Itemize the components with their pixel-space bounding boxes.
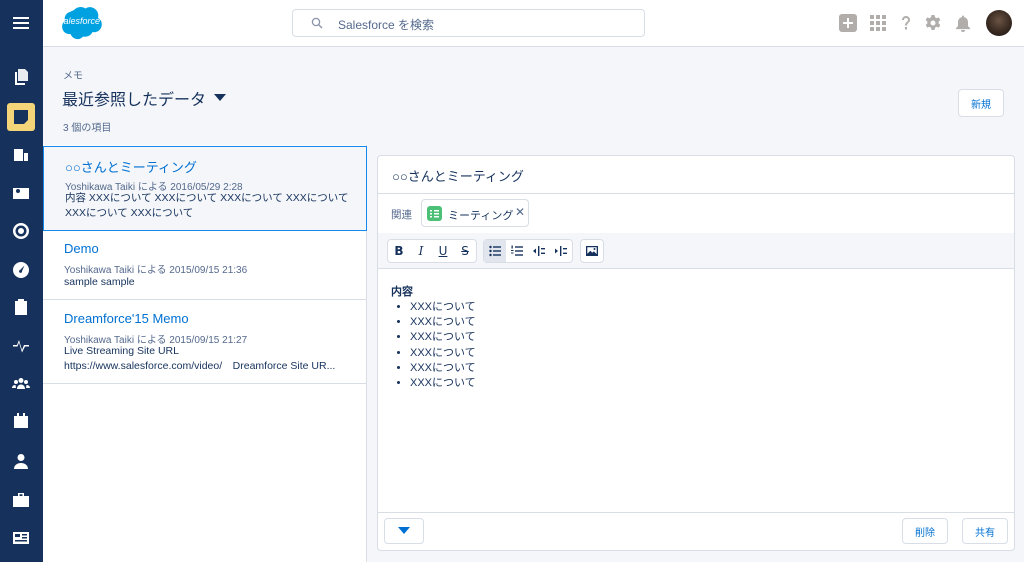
- note-body-line: sample sample: [64, 276, 135, 288]
- dashboard-icon[interactable]: [7, 255, 35, 283]
- list-item[interactable]: Dreamforce'15 Memo Yoshikawa Taiki による 2…: [43, 300, 367, 384]
- notes-icon[interactable]: [7, 103, 35, 131]
- bullet-item: XXXについて: [410, 346, 476, 361]
- app-launcher-icon[interactable]: [868, 13, 888, 33]
- bullet-item: XXXについて: [410, 300, 476, 315]
- global-search[interactable]: Salesforce を検索: [292, 9, 645, 37]
- news-icon[interactable]: [7, 524, 35, 552]
- groups-icon[interactable]: [7, 369, 35, 397]
- note-title-input[interactable]: ○○さんとミーティング: [392, 166, 524, 185]
- accounts-icon[interactable]: [7, 141, 35, 169]
- related-record-pill[interactable]: ミーティング ✕: [421, 199, 529, 227]
- content-heading: 内容: [391, 286, 413, 298]
- bullet-list-icon[interactable]: [484, 240, 506, 262]
- editor-footer: 削除 共有: [378, 512, 1014, 550]
- app-nav: [0, 0, 43, 562]
- remove-close-icon[interactable]: ✕: [515, 205, 525, 219]
- salesforce-logo[interactable]: salesforce: [53, 5, 105, 41]
- help-icon[interactable]: [896, 13, 916, 33]
- files-icon[interactable]: [7, 63, 35, 91]
- chevron-down-icon: [398, 527, 410, 534]
- list-group: [483, 239, 573, 263]
- indent-icon[interactable]: [550, 240, 572, 262]
- event-icon: [427, 206, 442, 221]
- note-meta: Yoshikawa Taiki による 2015/09/15 21:36: [64, 265, 248, 276]
- feed-icon[interactable]: [7, 331, 35, 359]
- user-avatar[interactable]: [986, 10, 1012, 36]
- delete-button[interactable]: 削除: [902, 518, 948, 544]
- italic-button[interactable]: I: [410, 240, 432, 262]
- more-actions-button[interactable]: [384, 518, 424, 544]
- note-body-line: Live Streaming Site URL: [64, 345, 179, 357]
- note-content[interactable]: 内容 XXXについて XXXについて XXXについて XXXについて XXXにつ…: [391, 283, 476, 391]
- note-title[interactable]: Dreamforce'15 Memo: [64, 311, 189, 326]
- notifications-bell-icon[interactable]: [953, 13, 973, 33]
- cases-icon[interactable]: [7, 486, 35, 514]
- object-label: メモ: [63, 71, 83, 82]
- related-record-label: ミーティング: [448, 210, 514, 222]
- note-title[interactable]: Demo: [64, 241, 99, 256]
- brand-text: salesforce: [59, 16, 101, 26]
- list-view-chevron-down-icon[interactable]: [214, 94, 226, 101]
- menu-icon[interactable]: [7, 9, 35, 37]
- content-bullet-list: XXXについて XXXについて XXXについて XXXについて XXXについて …: [391, 300, 476, 391]
- item-count: 3 個の項目: [63, 123, 112, 134]
- related-label: 関連: [391, 209, 412, 221]
- note-title[interactable]: ○○さんとミーティング: [65, 157, 197, 176]
- insert-group: [580, 239, 604, 263]
- list-item[interactable]: Demo Yoshikawa Taiki による 2015/09/15 21:3…: [43, 231, 367, 300]
- note-body-line: 内容 XXXについて XXXについて XXXについて XXXについて: [65, 192, 349, 204]
- new-note-button[interactable]: 新規: [958, 89, 1004, 117]
- contacts-icon[interactable]: [7, 179, 35, 207]
- search-icon: [311, 17, 323, 29]
- bullet-item: XXXについて: [410, 361, 476, 376]
- numbered-list-icon[interactable]: [506, 240, 528, 262]
- setup-gear-icon[interactable]: [923, 13, 943, 33]
- outdent-icon[interactable]: [528, 240, 550, 262]
- calendar-icon[interactable]: [7, 407, 35, 435]
- people-icon[interactable]: [7, 447, 35, 475]
- bullet-item: XXXについて: [410, 330, 476, 345]
- notes-list: ○○さんとミーティング Yoshikawa Taiki による 2016/05/…: [43, 145, 367, 562]
- share-button[interactable]: 共有: [962, 518, 1008, 544]
- insert-image-icon[interactable]: [581, 240, 603, 262]
- bold-button[interactable]: B: [388, 240, 410, 262]
- bullet-item: XXXについて: [410, 315, 476, 330]
- rich-text-toolbar: B I U S: [378, 233, 1014, 269]
- reports-icon[interactable]: [7, 293, 35, 321]
- note-body-line: XXXについて XXXについて: [65, 207, 194, 219]
- strikethrough-button[interactable]: S: [454, 240, 476, 262]
- divider: [378, 193, 1014, 194]
- bullet-item: XXXについて: [410, 376, 476, 391]
- goals-icon[interactable]: [7, 217, 35, 245]
- underline-button[interactable]: U: [432, 240, 454, 262]
- add-icon[interactable]: [838, 13, 858, 33]
- search-input[interactable]: Salesforce を検索: [338, 16, 434, 33]
- format-group: B I U S: [387, 239, 477, 263]
- global-header: salesforce Salesforce を検索: [43, 0, 1024, 47]
- note-body-line: https://www.salesforce.com/video/ Dreamf…: [64, 360, 336, 372]
- note-editor: ○○さんとミーティング 関連 ミーティング ✕ B I U S 内容 • XXX…: [377, 155, 1015, 551]
- list-view-title[interactable]: 最近参照したデータ: [62, 86, 206, 110]
- list-item[interactable]: ○○さんとミーティング Yoshikawa Taiki による 2016/05/…: [43, 146, 367, 231]
